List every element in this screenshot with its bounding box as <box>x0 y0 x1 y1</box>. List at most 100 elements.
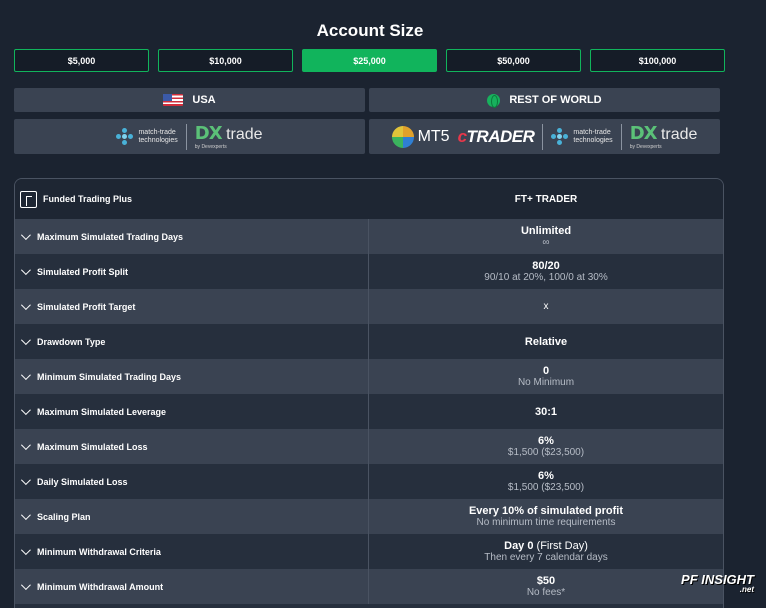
value-main: Every 10% of simulated profit <box>468 504 624 517</box>
mt5-logo: MT5 <box>391 125 450 148</box>
row-label-text: Maximum Simulated Leverage <box>37 406 167 417</box>
value-main: $50 <box>536 574 556 587</box>
row-label[interactable]: Maximum Simulated Trading Days <box>15 219 369 254</box>
row-label[interactable]: Drawdown Type <box>15 324 369 359</box>
row-label[interactable]: Minimum Withdrawal Amount <box>15 569 369 604</box>
dx-mark: DX <box>629 123 658 144</box>
table-row: Minimum Withdrawal Criteria Day 0 (First… <box>15 534 723 569</box>
chevron-down-icon <box>20 265 31 276</box>
logo-divider <box>185 123 187 150</box>
platform-box-usa: match-trade technologies DX trade by Deve… <box>14 119 365 154</box>
chevron-down-icon <box>20 370 31 381</box>
table-row: Maximum Simulated Trading Days Unlimited… <box>15 219 723 254</box>
row-value: $50 No fees* <box>369 569 723 604</box>
dxtrade-logo: DX trade by Devexperts <box>195 123 263 150</box>
size-button-25000[interactable]: $25,000 <box>302 49 437 72</box>
plan-comparison-table: Funded Trading Plus FT+ TRADER Maximum S… <box>14 178 724 608</box>
dxtrade-logo: DX trade by Devexperts <box>630 123 698 150</box>
column-title: FT+ TRADER <box>514 193 578 205</box>
value-sub: $1,500 ($23,500) <box>507 446 585 458</box>
match-trade-line1: match-trade <box>138 128 176 136</box>
value-main: 30:1 <box>534 405 558 418</box>
row-value: 6% $1,500 ($23,500) <box>369 464 723 499</box>
value-sub: Then every 7 calendar days <box>484 551 608 563</box>
value-main: 0 <box>542 364 550 377</box>
size-button-50000[interactable]: $50,000 <box>446 49 581 72</box>
value-sub: No Minimum <box>517 376 575 388</box>
chevron-down-icon <box>20 510 31 521</box>
table-row: Maximum Simulated Leverage 30:1 <box>15 394 723 429</box>
row-label[interactable]: Maximum Simulated Loss <box>15 429 369 464</box>
region-button-usa[interactable]: USA <box>14 88 365 112</box>
row-value: Day 0 (First Day) Then every 7 calendar d… <box>369 534 723 569</box>
value-main: Relative <box>524 335 568 348</box>
value-sub: 90/10 at 20%, 100/0 at 30% <box>484 271 608 283</box>
account-size-selector: $5,000 $10,000 $25,000 $50,000 $100,000 <box>14 49 725 72</box>
region-button-rest-of-world[interactable]: REST OF WORLD <box>369 88 720 112</box>
chevron-down-icon <box>20 300 31 311</box>
row-label[interactable]: Scaling Plan <box>15 499 369 534</box>
value-main: 6% <box>538 469 554 482</box>
row-value: 80/20 90/10 at 20%, 100/0 at 30% <box>369 254 723 289</box>
row-label-text: Minimum Withdrawal Amount <box>37 581 164 592</box>
dx-word: trade <box>226 126 263 143</box>
region-label: REST OF WORLD <box>509 94 602 106</box>
row-label-text: Scaling Plan <box>37 511 91 522</box>
row-label-text: Maximum Simulated Trading Days <box>37 231 184 242</box>
table-body: Maximum Simulated Trading Days Unlimited… <box>15 219 723 604</box>
row-label[interactable]: Simulated Profit Split <box>15 254 369 289</box>
row-label[interactable]: Simulated Profit Target <box>15 289 369 324</box>
match-trade-line2: technologies <box>573 136 613 144</box>
table-row: Scaling Plan Every 10% of simulated prof… <box>15 499 723 534</box>
row-label-text: Minimum Withdrawal Criteria <box>37 546 161 557</box>
row-value: Unlimited ∞ <box>369 219 723 254</box>
ftp-logo-icon <box>20 190 37 208</box>
match-trade-icon <box>551 127 569 146</box>
table-row: Simulated Profit Target x <box>15 289 723 324</box>
table-row: Drawdown Type Relative <box>15 324 723 359</box>
size-button-10000[interactable]: $10,000 <box>158 49 293 72</box>
logo-divider <box>542 123 544 150</box>
row-label-text: Drawdown Type <box>37 336 106 347</box>
chevron-down-icon <box>20 545 31 556</box>
value-sub: $1,500 ($23,500) <box>507 481 585 493</box>
row-label[interactable]: Daily Simulated Loss <box>15 464 369 499</box>
value-main-detail: (First Day) <box>533 539 588 552</box>
row-label-text: Maximum Simulated Loss <box>37 441 148 452</box>
row-value: x <box>369 289 723 324</box>
row-label[interactable]: Minimum Withdrawal Criteria <box>15 534 369 569</box>
value-main: Unlimited <box>520 224 572 237</box>
row-label-text: Simulated Profit Split <box>37 266 129 277</box>
value-main: Day 0 <box>504 539 534 552</box>
chevron-down-icon <box>20 335 31 346</box>
region-selector: USA REST OF WORLD <box>14 88 720 112</box>
size-button-5000[interactable]: $5,000 <box>14 49 149 72</box>
mt5-label: MT5 <box>417 127 450 145</box>
platform-box-row: MT5 cTRADER match-trade technologies DX t… <box>369 119 720 154</box>
table-row: Minimum Simulated Trading Days 0 No Minim… <box>15 359 723 394</box>
table-row: Simulated Profit Split 80/20 90/10 at 20%… <box>15 254 723 289</box>
table-row: Minimum Withdrawal Amount $50 No fees* <box>15 569 723 604</box>
table-header: Funded Trading Plus FT+ TRADER <box>15 179 723 219</box>
program-header: Funded Trading Plus <box>15 179 369 219</box>
row-label[interactable]: Minimum Simulated Trading Days <box>15 359 369 394</box>
row-label-text: Minimum Simulated Trading Days <box>37 371 182 382</box>
chevron-down-icon <box>20 475 31 486</box>
chevron-down-icon <box>20 405 31 416</box>
table-row: Daily Simulated Loss 6% $1,500 ($23,500) <box>15 464 723 499</box>
row-label[interactable]: Maximum Simulated Leverage <box>15 394 369 429</box>
match-trade-line2: technologies <box>138 136 178 144</box>
row-value: 30:1 <box>369 394 723 429</box>
chevron-down-icon <box>20 440 31 451</box>
value-main: 6% <box>538 434 554 447</box>
row-value: 6% $1,500 ($23,500) <box>369 429 723 464</box>
match-trade-logo: match-trade technologies <box>116 127 178 146</box>
row-value: 0 No Minimum <box>369 359 723 394</box>
watermark-logo: PF INSIGHT .net <box>681 572 754 594</box>
match-trade-icon <box>116 127 134 146</box>
platform-logos: match-trade technologies DX trade by Deve… <box>14 119 720 154</box>
value-main: 80/20 <box>532 259 560 272</box>
size-button-100000[interactable]: $100,000 <box>590 49 725 72</box>
logo-divider <box>620 123 622 150</box>
program-name: Funded Trading Plus <box>43 194 133 204</box>
